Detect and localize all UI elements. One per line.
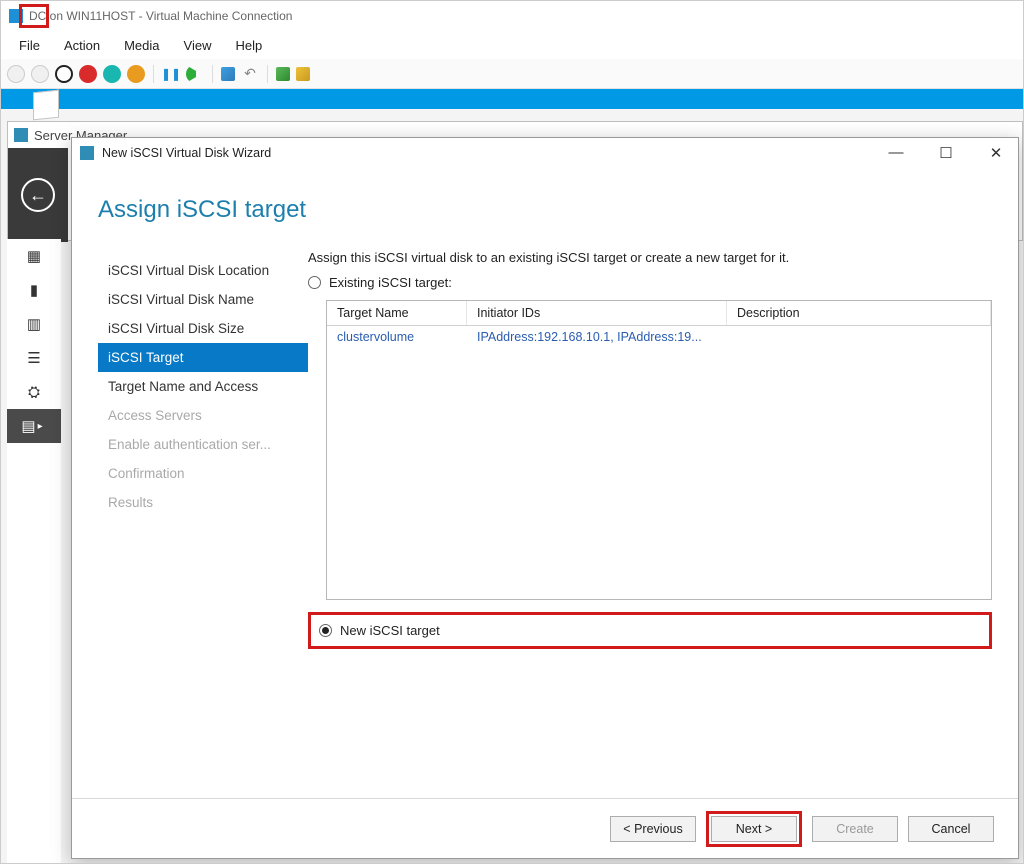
new-target-radio[interactable] [319, 624, 332, 637]
step-name[interactable]: iSCSI Virtual Disk Name [98, 285, 308, 314]
back-arrow-icon: ← [21, 178, 55, 212]
grid-header: Target Name Initiator IDs Description [327, 301, 991, 326]
checkpoint-icon[interactable] [221, 67, 235, 81]
nav-iscsi-icon[interactable]: ▤▸ [7, 409, 61, 443]
cell-initiator-ids: IPAddress:192.168.10.1, IPAddress:19... [467, 326, 727, 348]
nav-local-server-icon[interactable]: ▮ [7, 273, 61, 307]
server-manager-icon [14, 128, 28, 142]
next-button[interactable]: Next > [711, 816, 797, 842]
wizard-intro-text: Assign this iSCSI virtual disk to an exi… [308, 250, 992, 265]
menu-action[interactable]: Action [54, 34, 110, 57]
save-icon[interactable] [103, 65, 121, 83]
pause-icon[interactable]: ❚❚ [162, 65, 180, 83]
menu-media[interactable]: Media [114, 34, 169, 57]
wizard-title-text: New iSCSI Virtual Disk Wizard [102, 146, 271, 160]
iscsi-wizard-dialog: New iSCSI Virtual Disk Wizard — ☐ ✕ Assi… [71, 137, 1019, 859]
vm-guest-content: Server Manager ← ▦ ▮ ▥ ☰ ⛭ ▤▸ New iSCSI … [1, 89, 1023, 863]
existing-targets-grid[interactable]: Target Name Initiator IDs Description cl… [326, 300, 992, 600]
turnoff-icon[interactable] [79, 65, 97, 83]
stop-icon[interactable] [55, 65, 73, 83]
maximize-button[interactable]: ☐ [932, 144, 960, 162]
annotation-highlight-next: Next > [706, 811, 802, 847]
ctrl-alt-del-icon[interactable] [7, 65, 25, 83]
start-icon[interactable] [31, 65, 49, 83]
vm-icon [9, 9, 23, 23]
nav-role-icon[interactable]: ⛭ [7, 375, 61, 409]
nav-dashboard-icon[interactable]: ▦ [7, 239, 61, 273]
enhanced-session-icon[interactable] [276, 67, 290, 81]
new-target-radio-row[interactable]: New iSCSI target [308, 612, 992, 649]
step-results: Results [98, 488, 308, 517]
wizard-step-list: iSCSI Virtual Disk Location iSCSI Virtua… [98, 250, 308, 798]
close-button[interactable]: ✕ [982, 144, 1010, 162]
col-initiator-ids[interactable]: Initiator IDs [467, 301, 727, 325]
toolbar-separator [267, 65, 268, 83]
wizard-icon [80, 146, 94, 160]
col-description[interactable]: Description [727, 301, 991, 325]
toolbar-separator [153, 65, 154, 83]
step-target[interactable]: iSCSI Target [98, 343, 308, 372]
toolbar-separator [212, 65, 213, 83]
col-target-name[interactable]: Target Name [327, 301, 467, 325]
guest-document-icon [33, 90, 59, 121]
existing-target-radio[interactable] [308, 276, 321, 289]
cancel-button[interactable]: Cancel [908, 816, 994, 842]
step-target-name[interactable]: Target Name and Access [98, 372, 308, 401]
step-confirmation: Confirmation [98, 459, 308, 488]
nav-file-services-icon[interactable]: ☰ [7, 341, 61, 375]
step-access-servers: Access Servers [98, 401, 308, 430]
minimize-button[interactable]: — [882, 144, 910, 162]
existing-target-label: Existing iSCSI target: [329, 275, 452, 290]
vm-menubar: File Action Media View Help [1, 31, 1023, 59]
existing-target-radio-row[interactable]: Existing iSCSI target: [308, 275, 992, 290]
wizard-main-panel: Assign this iSCSI virtual disk to an exi… [308, 250, 992, 798]
create-button: Create [812, 816, 898, 842]
table-row[interactable]: clustervolume IPAddress:192.168.10.1, IP… [327, 326, 991, 348]
wizard-titlebar[interactable]: New iSCSI Virtual Disk Wizard — ☐ ✕ [72, 138, 1018, 168]
vm-toolbar: ❚❚ ↶ [1, 59, 1023, 89]
vm-title-text: DC on WIN11HOST - Virtual Machine Connec… [29, 9, 292, 23]
revert-icon[interactable]: ↶ [241, 65, 259, 83]
wizard-footer: < Previous Next > Create Cancel [72, 798, 1018, 858]
cell-description [727, 326, 991, 348]
previous-button[interactable]: < Previous [610, 816, 696, 842]
menu-view[interactable]: View [174, 34, 222, 57]
menu-help[interactable]: Help [225, 34, 272, 57]
server-manager-back[interactable]: ← [8, 148, 68, 242]
step-location[interactable]: iSCSI Virtual Disk Location [98, 256, 308, 285]
vm-titlebar: DC on WIN11HOST - Virtual Machine Connec… [1, 1, 1023, 31]
wizard-heading: Assign iSCSI target [72, 168, 1018, 250]
menu-file[interactable]: File [9, 34, 50, 57]
share-icon[interactable] [296, 67, 310, 81]
guest-desktop-bluebar [1, 89, 1023, 109]
cell-target-name: clustervolume [327, 326, 467, 348]
step-auth: Enable authentication ser... [98, 430, 308, 459]
nav-all-servers-icon[interactable]: ▥ [7, 307, 61, 341]
reset-icon[interactable] [186, 65, 204, 83]
new-target-label: New iSCSI target [340, 623, 440, 638]
server-manager-nav-strip: ▦ ▮ ▥ ☰ ⛭ ▤▸ [7, 239, 61, 863]
step-size[interactable]: iSCSI Virtual Disk Size [98, 314, 308, 343]
shutdown-icon[interactable] [127, 65, 145, 83]
